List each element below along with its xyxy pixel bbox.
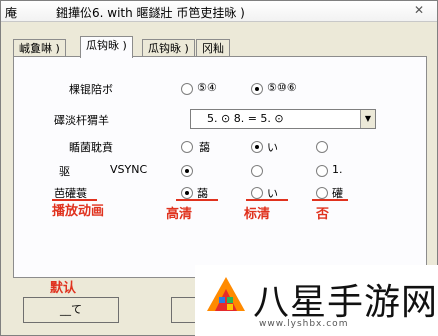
row1-radio-1[interactable]: [181, 83, 193, 95]
tab-4[interactable]: 冈籼: [196, 39, 230, 57]
row1-label: 棵锟陪ボ: [69, 83, 113, 96]
row5-radio-1[interactable]: [181, 187, 193, 199]
row4-radio-3[interactable]: [316, 165, 328, 177]
row3-radio-2-label: い: [267, 141, 278, 154]
tab-1[interactable]: 峸敻啉 ): [13, 39, 66, 57]
close-button[interactable]: ✕: [411, 3, 427, 17]
window-title: 鎺撶伀6. with 暱鐩壯 币笆吏挂昹 ): [56, 6, 245, 20]
settings-panel: 棵锟陪ボ ⑤④ ⑤⑩⑥ 礋淡杆猬羊 5. ⊙ 8. = 5. ⊙ ▼ 瞃菌耽賁 …: [13, 56, 427, 278]
annotation-underline-4: [312, 199, 348, 201]
combo-value: 5. ⊙ 8. = 5. ⊙: [207, 112, 284, 125]
annotation-underline-3: [246, 199, 288, 201]
watermark-url: www.lyshbx.com: [259, 319, 349, 329]
watermark: 八星手游网 www.lyshbx.com: [195, 265, 438, 336]
watermark-text: 八星手游网: [253, 282, 438, 323]
annotation-no: 否: [316, 207, 330, 222]
ok-button[interactable]: __て: [23, 297, 119, 323]
row1-radio-2[interactable]: [251, 83, 263, 95]
row1-radio-1-label: ⑤④: [197, 81, 217, 94]
watermark-logo-icon: [207, 277, 245, 311]
row4-radio-1[interactable]: [181, 165, 193, 177]
row2-label: 礋淡杆猬羊: [54, 114, 109, 127]
row4-label: 驱: [59, 165, 70, 178]
row3-radio-1-label: 藹: [199, 141, 210, 154]
row4-radio-3-label: 1.: [332, 163, 343, 176]
annotation-high: 高清: [166, 207, 193, 222]
row4-radio-2[interactable]: [251, 165, 263, 177]
app-icon: 庵: [5, 6, 18, 20]
title-bar: 庵 鎺撶伀6. with 暱鐩壯 币笆吏挂昹 ) ✕: [1, 1, 437, 22]
tab-2[interactable]: 瓜钩昹 ): [80, 36, 133, 58]
row3-label: 瞃菌耽賁: [69, 141, 113, 154]
row5-radio-2[interactable]: [251, 187, 263, 199]
annotation-play-animation: 播放动画: [52, 204, 105, 219]
chevron-down-icon[interactable]: ▼: [360, 110, 375, 128]
row3-radio-3[interactable]: [316, 141, 328, 153]
row5-radio-3[interactable]: [316, 187, 328, 199]
annotation-standard: 标清: [244, 207, 271, 222]
annotation-default: 默认: [50, 281, 77, 296]
annotation-underline-2: [176, 199, 218, 201]
row3-radio-2[interactable]: [251, 141, 263, 153]
row3-radio-1[interactable]: [181, 141, 193, 153]
row1-radio-2-label: ⑤⑩⑥: [267, 81, 297, 94]
vsync-label: VSYNC: [110, 163, 148, 176]
resolution-combo[interactable]: 5. ⊙ 8. = 5. ⊙ ▼: [190, 109, 376, 129]
tab-3[interactable]: 瓜钩昹 ): [142, 39, 195, 57]
